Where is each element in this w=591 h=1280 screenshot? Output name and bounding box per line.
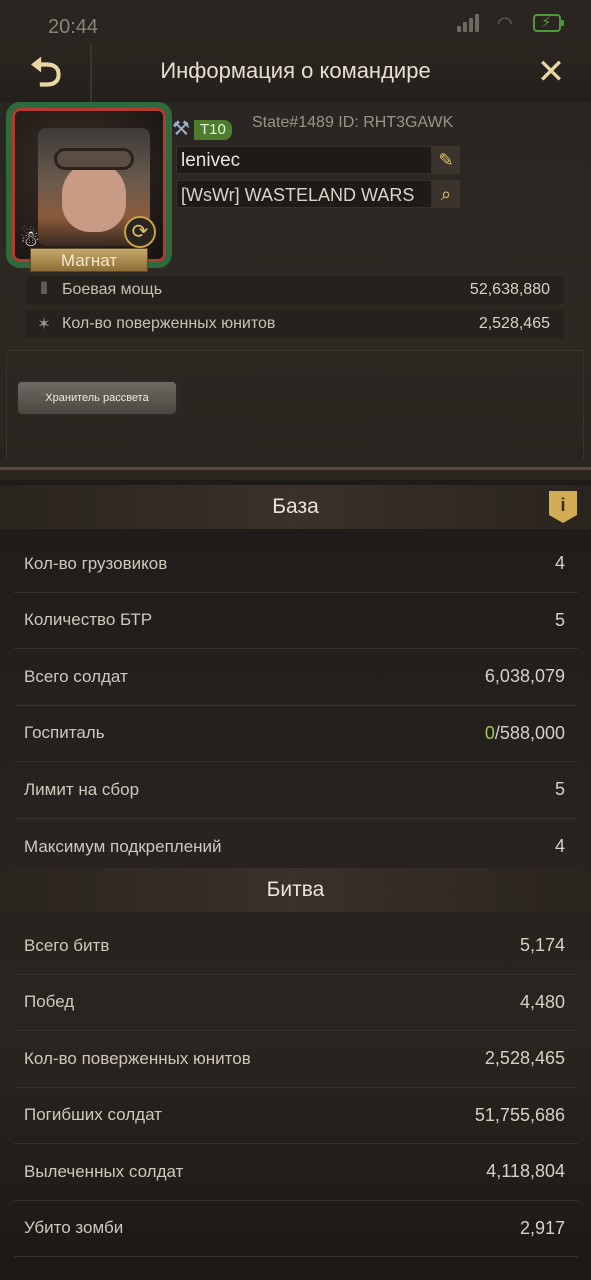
close-button[interactable]: ✕ — [531, 52, 571, 92]
list-item: Кол-во грузовиков 4 — [14, 536, 578, 593]
header-divider — [90, 44, 92, 102]
list-item: Вылеченных солдат 4,118,804 — [14, 1144, 578, 1201]
back-button[interactable]: ⮌ — [18, 50, 74, 96]
alliance-name: [WsWr] WASTELAND WARS — [176, 180, 432, 208]
list-item: Кол-во поверженных юнитов 2,528,465 — [14, 1031, 578, 1088]
list-item: Побед 4,480 — [14, 975, 578, 1031]
list-item: Максимум подкреплений 4 — [24, 836, 565, 857]
battle-stats-list: Всего битв 5,174 Побед 4,480 Кол-во пове… — [14, 918, 578, 1257]
info-icon[interactable]: i — [549, 491, 577, 523]
kills-label: Кол-во поверженных юнитов — [62, 315, 276, 332]
power-stat: ⦀ Боевая мощь 52,638,880 — [26, 276, 564, 304]
ammo-icon: ⦀ — [40, 281, 48, 298]
section-battle-header: Битва — [0, 868, 591, 912]
status-bar: 20:44 ◠ ⚡ — [0, 0, 591, 44]
section-base-title: База — [272, 495, 319, 518]
title-badge[interactable]: Хранитель рассвета — [16, 380, 178, 416]
section-base-header: База i — [0, 485, 591, 529]
search-icon: ⌕ — [440, 184, 452, 204]
power-value: 52,638,880 — [469, 281, 550, 298]
state-id: State#1489 ID: RHT3GAWK — [252, 114, 454, 131]
base-stats-list: Кол-во грузовиков 4 Количество БТР 5 Все… — [14, 536, 578, 875]
beast-icon: ✶ — [37, 316, 51, 333]
change-avatar-icon[interactable]: ⟳ — [124, 216, 156, 248]
status-icons: ◠ ⚡ — [457, 13, 564, 33]
page-title: Информация о командире — [160, 58, 431, 83]
list-item: Всего битв 5,174 — [14, 918, 578, 975]
list-item: Всего солдат 6,038,079 — [14, 649, 578, 706]
list-item: Госпиталь 0/588,000 — [14, 706, 578, 762]
tier-badge: T10 — [194, 120, 232, 140]
power-label: Боевая мощь — [62, 281, 163, 298]
alliance-search-button[interactable]: ⌕ — [432, 180, 460, 208]
status-time: 20:44 — [48, 16, 99, 38]
back-arrow-icon: ⮌ — [29, 51, 63, 95]
list-item: Погибших солдат 51,755,686 — [14, 1088, 578, 1144]
battery-icon: ⚡ — [533, 14, 564, 32]
pencil-icon: ✎ — [438, 150, 454, 170]
panel-separator — [0, 470, 591, 480]
signal-icon — [457, 14, 483, 32]
kills-stat: ✶ Кол-во поверженных юнитов 2,528,465 — [26, 310, 564, 338]
commander-name: lenivec — [176, 146, 432, 174]
wifi-icon: ◠ — [497, 13, 513, 33]
list-item: Убито зомби 2,917 — [14, 1201, 578, 1257]
list-item: Лимит на сбор 5 — [14, 762, 578, 819]
header: ⮌ Информация о командире ✕ — [0, 44, 591, 102]
close-icon: ✕ — [536, 53, 566, 91]
section-battle-title: Битва — [266, 878, 325, 901]
edit-name-button[interactable]: ✎ — [432, 146, 460, 174]
list-item: Количество БТР 5 — [14, 593, 578, 649]
kills-value: 2,528,465 — [478, 315, 550, 332]
rank-badge: Магнат — [30, 248, 148, 272]
hospital-value: 0/588,000 — [484, 722, 565, 743]
